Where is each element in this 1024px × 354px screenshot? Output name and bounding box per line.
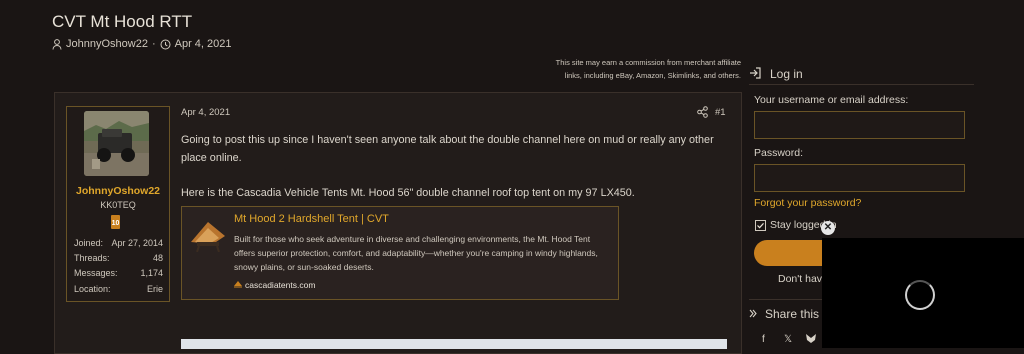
bluesky-icon[interactable] [806,334,816,346]
post-paragraph-2: Here is the Cascadia Vehicle Tents Mt. H… [181,187,635,199]
disclaimer-line-2: links, including eBay, Amazon, Skimlinks… [564,71,741,80]
stat-value-location: Erie [146,284,163,294]
password-label: Password: [754,147,804,159]
chevron-right-icon [749,307,757,321]
meta-separator: · [151,38,156,50]
svg-text:10: 10 [112,220,120,227]
link-preview-title[interactable]: Mt Hood 2 Hardshell Tent | CVT [234,213,389,225]
avatar[interactable] [84,111,149,176]
disclaimer-line-1: This site may earn a commission from mer… [555,58,741,67]
post-paragraph-1-line-1: Going to post this up since I haven't se… [181,134,714,146]
login-header[interactable]: Log in [749,64,974,85]
stat-label-joined: Joined: [74,238,104,248]
post-paragraph-1-line-2: place online. [181,152,242,164]
stat-value-threads: 48 [152,253,163,263]
close-icon[interactable]: ✕ [821,221,835,235]
share-heading-text: Share this [765,307,820,321]
link-preview-domain[interactable]: cascadiatents.com [234,280,315,290]
facebook-icon[interactable]: f [762,334,765,345]
post-paragraph-1: Going to post this up since I haven't se… [181,131,731,167]
login-icon [749,66,762,82]
link-preview-description: Built for those who seek adventure in di… [234,234,598,272]
post-date-link[interactable]: Apr 4, 2021 [181,107,230,118]
stat-label-location: Location: [74,284,111,294]
thread-date-link[interactable]: Apr 4, 2021 [175,38,232,50]
page-title: CVT Mt Hood RTT [52,12,193,31]
post-image[interactable] [181,339,727,349]
thread-meta: JohnnyOshow22 · Apr 4, 2021 [52,38,232,50]
stat-value-joined: Apr 27, 2014 [111,238,163,248]
login-heading-text: Log in [770,67,803,81]
username-link[interactable]: JohnnyOshow22 [66,185,170,197]
username-label: Your username or email address: [754,94,909,106]
user-icon [52,38,62,50]
loading-spinner-icon [905,280,935,310]
username-input[interactable] [754,111,965,139]
x-twitter-icon[interactable]: 𝕏 [784,334,792,345]
stat-value-messages: 1,174 [140,268,163,278]
stat-label-threads: Threads: [74,253,110,263]
share-icon[interactable] [697,106,708,121]
thread-author-link[interactable]: JohnnyOshow22 [66,38,148,50]
share-this-header[interactable]: Share this [749,307,819,321]
clock-icon [160,39,171,50]
trophy-badge-icon: 10 [110,215,121,229]
no-account-text: Don't hav [778,273,823,285]
site-favicon-icon [234,280,242,290]
forgot-password-link[interactable]: Forgot your password? [754,197,861,209]
tent-thumbnail [189,218,227,253]
post-number-link[interactable]: #1 [715,107,726,118]
password-input[interactable] [754,164,965,192]
user-title: KK0TEQ [100,200,136,210]
link-preview-domain-text: cascadiatents.com [245,280,316,290]
affiliate-disclaimer: This site may earn a commission from mer… [511,56,741,82]
stay-logged-in-checkbox[interactable] [755,220,766,231]
